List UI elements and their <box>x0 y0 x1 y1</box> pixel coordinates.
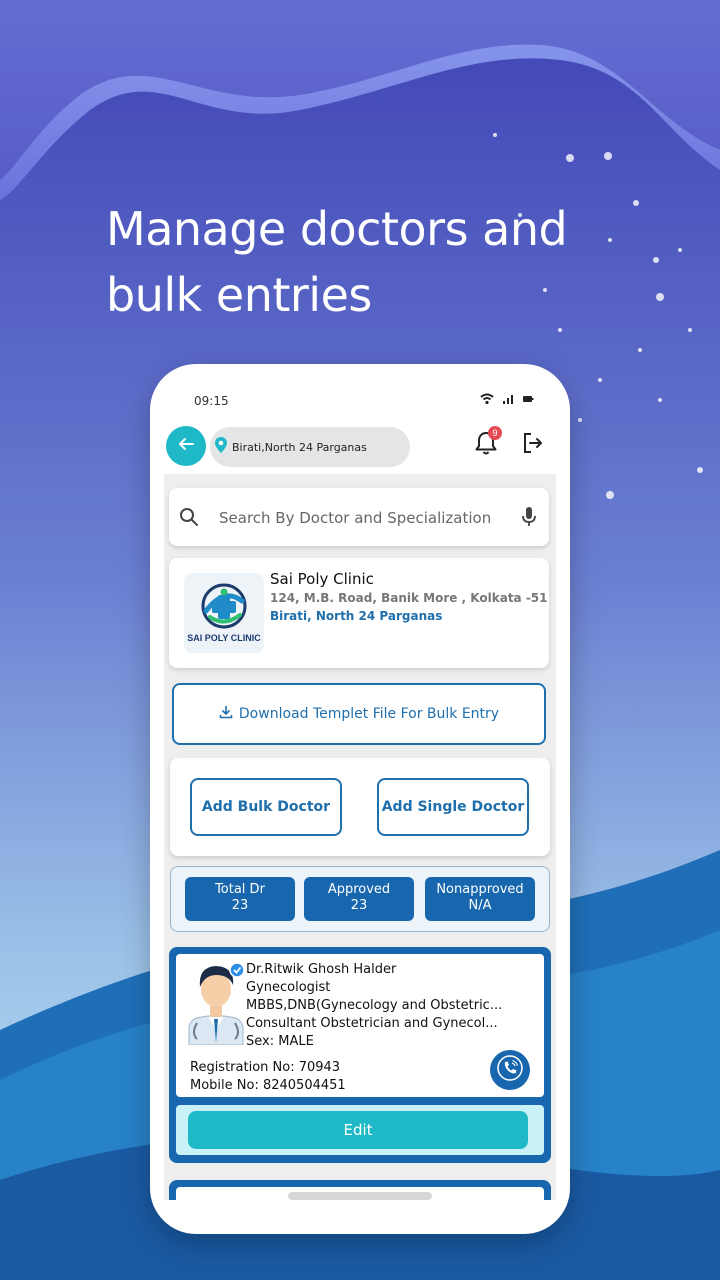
search-bar <box>169 488 549 546</box>
clinic-logo: SAI POLY CLINIC <box>184 573 264 653</box>
wifi-icon <box>480 392 494 410</box>
stat-approved[interactable]: Approved 23 <box>304 877 414 921</box>
doctor-designation: Consultant Obstetrician and Gynecol... <box>246 1016 498 1031</box>
doctor-card: Dr.Ritwik Ghosh Halder Gynecologist MBBS… <box>169 947 551 1163</box>
stat-approved-value: 23 <box>350 898 368 913</box>
stat-total-label: Total Dr <box>215 882 265 897</box>
edit-area: Edit <box>176 1105 544 1155</box>
doctor-avatar <box>183 959 249 1046</box>
doctor-info: Dr.Ritwik Ghosh Halder Gynecologist MBBS… <box>176 954 544 1097</box>
content-area: SAI POLY CLINIC Sai Poly Clinic 124, M.B… <box>164 474 556 1200</box>
headline: Manage doctors and bulk entries <box>106 202 568 322</box>
call-button[interactable] <box>490 1050 530 1090</box>
clinic-address: 124, M.B. Road, Banik More , Kolkata -51 <box>270 591 548 605</box>
top-bar: Birati,North 24 Parganas 9 <box>164 420 556 474</box>
stat-total[interactable]: Total Dr 23 <box>185 877 295 921</box>
clinic-card: SAI POLY CLINIC Sai Poly Clinic 124, M.B… <box>169 558 549 668</box>
download-icon <box>219 705 233 723</box>
clinic-city: Birati, North 24 Parganas <box>270 609 443 623</box>
stat-nonapproved[interactable]: Nonapproved N/A <box>425 877 535 921</box>
doctor-sex: Sex: MALE <box>246 1034 314 1049</box>
microphone-icon[interactable] <box>521 506 537 533</box>
stat-total-value: 23 <box>231 898 249 913</box>
home-indicator[interactable] <box>288 1192 432 1200</box>
doctor-name: Dr.Ritwik Ghosh Halder <box>246 962 397 977</box>
doctor-registration: Registration No: 70943 <box>190 1060 341 1075</box>
download-template-button[interactable]: Download Templet File For Bulk Entry <box>172 683 546 745</box>
status-time: 09:15 <box>194 394 229 408</box>
app-screen: 09:15 Birati,North 24 Parganas 9 Search … <box>164 380 556 1200</box>
phone-call-icon <box>497 1054 523 1086</box>
doctor-mobile: Mobile No: 8240504451 <box>190 1078 346 1093</box>
location-selector[interactable]: Birati,North 24 Parganas <box>210 427 410 467</box>
doctor-specialty: Gynecologist <box>246 980 331 995</box>
add-doctor-panel: Add Bulk Doctor Add Single Doctor <box>170 758 550 856</box>
search-icon <box>179 507 199 532</box>
add-single-doctor-button[interactable]: Add Single Doctor <box>377 778 529 836</box>
battery-icon <box>522 392 534 410</box>
add-bulk-doctor-button[interactable]: Add Bulk Doctor <box>190 778 342 836</box>
search-input[interactable] <box>217 502 501 534</box>
location-pin-icon <box>214 436 228 459</box>
phone-frame: 09:15 Birati,North 24 Parganas 9 Search … <box>150 364 570 1234</box>
status-icons <box>480 392 534 410</box>
logout-icon[interactable] <box>522 432 544 459</box>
stat-approved-label: Approved <box>327 882 391 897</box>
location-text: Birati,North 24 Parganas <box>232 440 367 454</box>
clinic-name: Sai Poly Clinic <box>270 570 374 588</box>
svg-text:SAI POLY CLINIC: SAI POLY CLINIC <box>187 633 261 643</box>
stat-nonapproved-value: N/A <box>468 898 492 913</box>
arrow-left-icon <box>177 435 195 458</box>
signal-icon <box>502 392 514 410</box>
stats-panel: Total Dr 23 Approved 23 Nonapproved N/A <box>170 866 550 932</box>
download-label: Download Templet File For Bulk Entry <box>238 706 500 722</box>
back-button[interactable] <box>166 426 206 466</box>
edit-button[interactable]: Edit <box>188 1111 528 1149</box>
doctor-degree: MBBS,DNB(Gynecology and Obstetric... <box>246 998 503 1013</box>
stat-nonapproved-label: Nonapproved <box>436 882 524 897</box>
notification-badge: 9 <box>488 426 502 440</box>
